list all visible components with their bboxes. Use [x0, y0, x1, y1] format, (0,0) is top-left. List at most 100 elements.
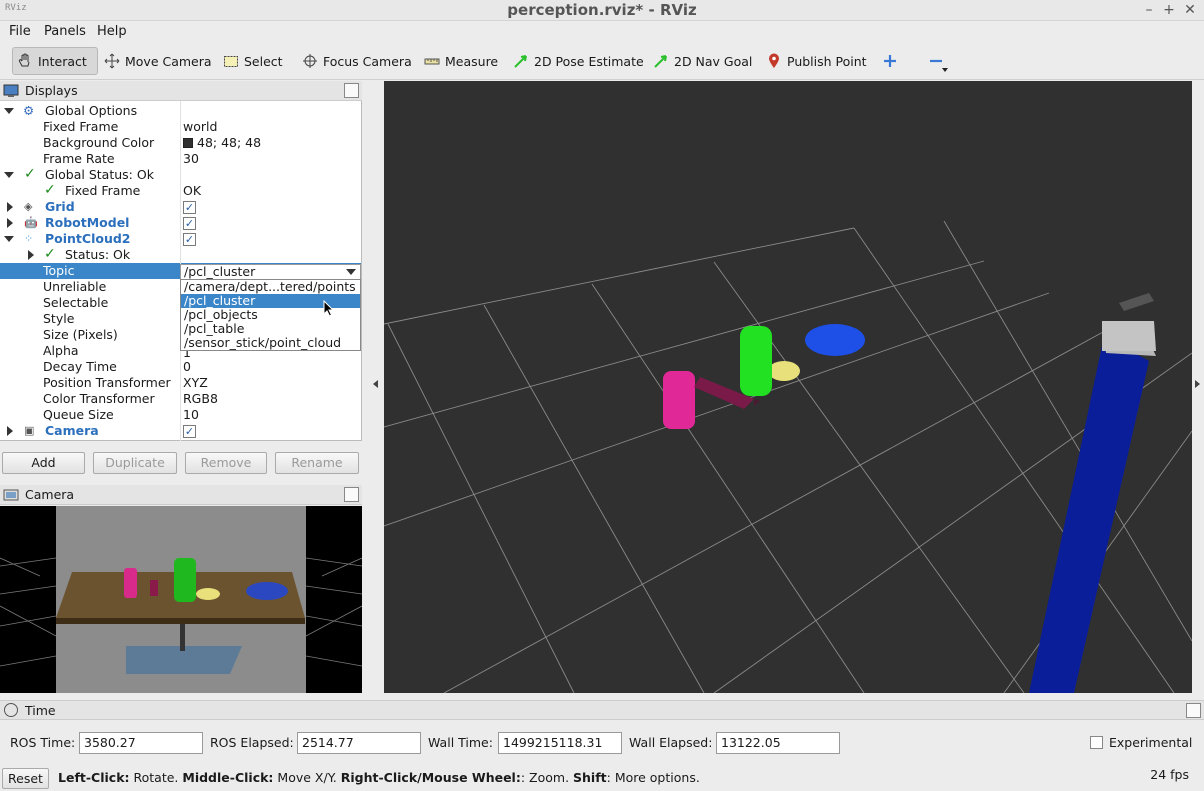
- displays-title: Displays: [25, 83, 78, 98]
- remove-display-button[interactable]: Remove: [185, 452, 267, 474]
- middle-click-desc: Move X/Y.: [277, 770, 337, 785]
- close-icon[interactable]: ✕: [1181, 1, 1199, 19]
- add-display-button[interactable]: Add: [2, 452, 85, 474]
- measure-label: Measure: [445, 53, 499, 69]
- experimental-label: Experimental: [1109, 735, 1193, 750]
- menu-panels[interactable]: Panels: [44, 24, 86, 39]
- maximize-icon[interactable]: +: [1160, 1, 1178, 19]
- position-transformer-label: Position Transformer: [43, 375, 171, 390]
- right-collapse-icon[interactable]: [1195, 380, 1200, 388]
- pose-estimate-button[interactable]: 2D Pose Estimate: [509, 47, 648, 75]
- collapse-arrow-icon[interactable]: [7, 426, 13, 436]
- color-transformer-value[interactable]: RGB8: [183, 391, 218, 407]
- window-title: perception.rviz* - RViz: [507, 1, 697, 19]
- plus-icon: [882, 53, 898, 69]
- reset-button[interactable]: Reset: [2, 768, 49, 789]
- robotmodel-enabled-checkbox[interactable]: ✓: [183, 217, 196, 230]
- check-icon: ✓: [44, 182, 56, 198]
- color-swatch: [183, 138, 193, 148]
- panel-float-checkbox[interactable]: [344, 487, 359, 502]
- ros-elapsed-field[interactable]: 2514.77: [297, 732, 421, 754]
- left-collapse-icon[interactable]: [373, 380, 378, 388]
- add-tool-button[interactable]: [878, 47, 902, 75]
- global-status-label: Global Status: Ok: [45, 167, 154, 182]
- move-camera-label: Move Camera: [125, 53, 212, 69]
- select-button[interactable]: Select: [219, 47, 287, 75]
- panel-float-checkbox[interactable]: [1186, 703, 1201, 718]
- menu-file[interactable]: File: [9, 24, 31, 39]
- nav-goal-label: 2D Nav Goal: [674, 53, 753, 69]
- dropdown-caret-icon: [942, 68, 948, 72]
- pointcloud-status-label: Status: Ok: [65, 247, 131, 262]
- render-3d-view[interactable]: [384, 81, 1192, 693]
- right-click-key: Right-Click/Mouse Wheel:: [340, 770, 521, 785]
- mouse-cursor-icon: [323, 300, 335, 317]
- ros-time-field[interactable]: 3580.27: [79, 732, 203, 754]
- background-color-value-box[interactable]: 48; 48; 48: [183, 135, 261, 151]
- toolbar: Interact Move Camera Select Focus Camera…: [0, 42, 1204, 80]
- focus-camera-label: Focus Camera: [323, 53, 412, 69]
- crosshair-icon: [302, 53, 318, 69]
- grid-enabled-checkbox[interactable]: ✓: [183, 201, 196, 214]
- collapse-arrow-icon[interactable]: [7, 202, 13, 212]
- wall-elapsed-label: Wall Elapsed:: [629, 735, 713, 750]
- experimental-checkbox[interactable]: [1090, 736, 1103, 749]
- select-rect-icon: [223, 53, 239, 69]
- shift-desc: : More options.: [606, 770, 700, 785]
- left-click-desc: Rotate.: [133, 770, 179, 785]
- expand-arrow-icon[interactable]: [4, 236, 14, 242]
- background-color-label: Background Color: [43, 135, 155, 150]
- unreliable-label: Unreliable: [43, 279, 107, 294]
- global-options-label: Global Options: [45, 103, 138, 118]
- frame-rate-label: Frame Rate: [43, 151, 115, 166]
- chevron-down-icon[interactable]: [346, 269, 356, 275]
- interact-tool-button[interactable]: Interact: [12, 47, 98, 75]
- pose-estimate-label: 2D Pose Estimate: [534, 53, 644, 69]
- minimize-icon[interactable]: –: [1140, 1, 1158, 19]
- measure-button[interactable]: Measure: [420, 47, 502, 75]
- pointcloud-enabled-checkbox[interactable]: ✓: [183, 233, 196, 246]
- topic-combobox[interactable]: /pcl_cluster: [180, 264, 361, 280]
- duplicate-display-button[interactable]: Duplicate: [93, 452, 177, 474]
- hand-icon: [17, 53, 33, 69]
- right-click-desc: : Zoom.: [520, 770, 570, 785]
- topic-value: /pcl_cluster: [184, 264, 256, 279]
- menu-help[interactable]: Help: [97, 24, 127, 39]
- ros-time-label: ROS Time:: [10, 735, 76, 750]
- collapse-arrow-icon[interactable]: [28, 250, 34, 260]
- camera-enabled-checkbox[interactable]: ✓: [183, 425, 196, 438]
- topic-option[interactable]: /camera/dept...tered/points: [181, 280, 360, 294]
- position-transformer-value[interactable]: XYZ: [183, 375, 208, 391]
- move-camera-button[interactable]: Move Camera: [100, 47, 216, 75]
- remove-tool-button[interactable]: [924, 47, 948, 75]
- expand-arrow-icon[interactable]: [4, 108, 14, 114]
- collapse-arrow-icon[interactable]: [7, 218, 13, 228]
- rename-display-button[interactable]: Rename: [275, 452, 359, 474]
- green-arrow-icon: [653, 53, 669, 69]
- panel-float-checkbox[interactable]: [344, 83, 359, 98]
- publish-point-button[interactable]: Publish Point: [762, 47, 871, 75]
- expand-arrow-icon[interactable]: [4, 172, 14, 178]
- gear-icon: ⚙: [23, 103, 35, 118]
- wall-time-label: Wall Time:: [428, 735, 493, 750]
- camera-panel-title: Camera: [25, 487, 75, 502]
- menu-bar: File Panels Help: [0, 21, 1204, 42]
- nav-goal-button[interactable]: 2D Nav Goal: [649, 47, 756, 75]
- topic-option[interactable]: /pcl_table: [181, 322, 360, 336]
- camera-image-view[interactable]: [0, 506, 362, 693]
- fixed-frame-value[interactable]: world: [183, 119, 217, 135]
- topic-option[interactable]: /sensor_stick/point_cloud: [181, 336, 360, 350]
- pointcloud-icon: ⁘: [24, 232, 34, 245]
- frame-rate-value[interactable]: 30: [183, 151, 199, 167]
- size-label: Size (Pixels): [43, 327, 118, 342]
- mouse-hint-text: Left-Click: Rotate. Middle-Click: Move X…: [58, 770, 700, 785]
- grid-label: Grid: [45, 199, 75, 214]
- queue-size-value[interactable]: 10: [183, 407, 199, 423]
- wall-time-field[interactable]: 1499215118.31: [498, 732, 622, 754]
- time-panel-header: Time: [0, 700, 1204, 720]
- select-label: Select: [244, 53, 283, 69]
- wall-elapsed-field[interactable]: 13122.05: [716, 732, 840, 754]
- focus-camera-button[interactable]: Focus Camera: [298, 47, 416, 75]
- topic-label: Topic: [43, 263, 75, 278]
- decay-time-value[interactable]: 0: [183, 359, 191, 375]
